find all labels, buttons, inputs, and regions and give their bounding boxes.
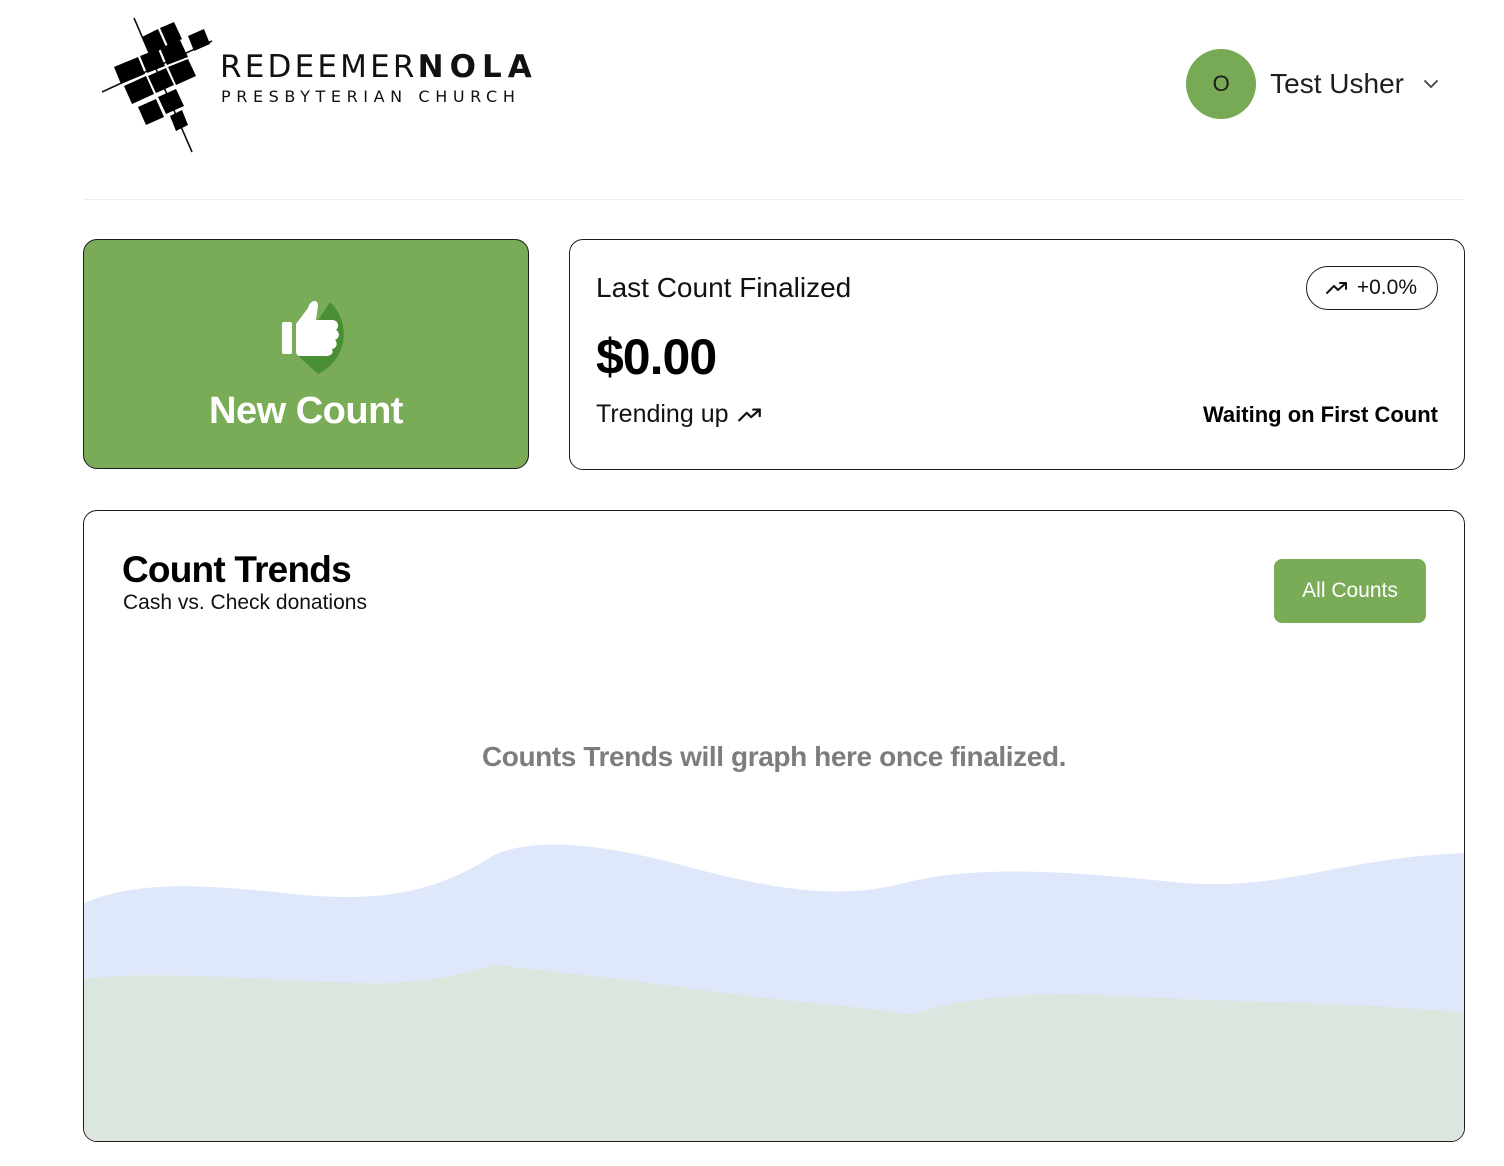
change-badge: +0.0%: [1305, 266, 1438, 310]
redeemer-nola-cross-logo-icon: [101, 17, 213, 153]
trend-indicator: Trending up: [596, 400, 763, 429]
change-badge-value: +0.0%: [1356, 276, 1417, 299]
trend-label: Trending up: [596, 400, 729, 428]
user-menu[interactable]: O Test Usher: [1186, 48, 1440, 120]
new-count-button[interactable]: New Count: [83, 239, 529, 469]
logo-word-redeemer: REDEEMER: [220, 49, 418, 85]
trends-subtitle: Cash vs. Check donations: [123, 591, 367, 614]
last-count-card: Last Count Finalized +0.0% $0.00 Trendin…: [569, 239, 1465, 470]
empty-chart-message: Counts Trends will graph here once final…: [481, 741, 1067, 772]
card-title: Last Count Finalized: [596, 272, 852, 303]
user-name[interactable]: Test Usher: [1270, 68, 1404, 100]
trending-up-icon: [737, 408, 761, 421]
trending-up-icon: [1325, 282, 1347, 294]
avatar[interactable]: O: [1186, 49, 1257, 119]
header-divider: [84, 199, 1464, 200]
all-counts-button[interactable]: All Counts: [1274, 559, 1426, 623]
logo-word-nola: NOLA: [417, 49, 538, 85]
new-count-label: New Count: [209, 390, 403, 432]
logo-wordmark: REDEEMERNOLA: [220, 52, 538, 83]
logo-subtitle: PRESBYTERIAN CHURCH: [221, 87, 521, 106]
thumbs-up-icon: [260, 284, 356, 380]
app-header: REDEEMERNOLA PRESBYTERIAN CHURCH O Test …: [0, 0, 1504, 200]
count-status: Waiting on First Count: [1202, 402, 1438, 427]
last-count-amount: $0.00: [596, 329, 717, 385]
chevron-down-icon[interactable]: [1422, 75, 1440, 93]
trends-title: Count Trends: [122, 549, 352, 590]
count-trends-card: Count Trends Cash vs. Check donations Al…: [83, 510, 1465, 1142]
church-logo[interactable]: REDEEMERNOLA PRESBYTERIAN CHURCH: [98, 14, 532, 158]
